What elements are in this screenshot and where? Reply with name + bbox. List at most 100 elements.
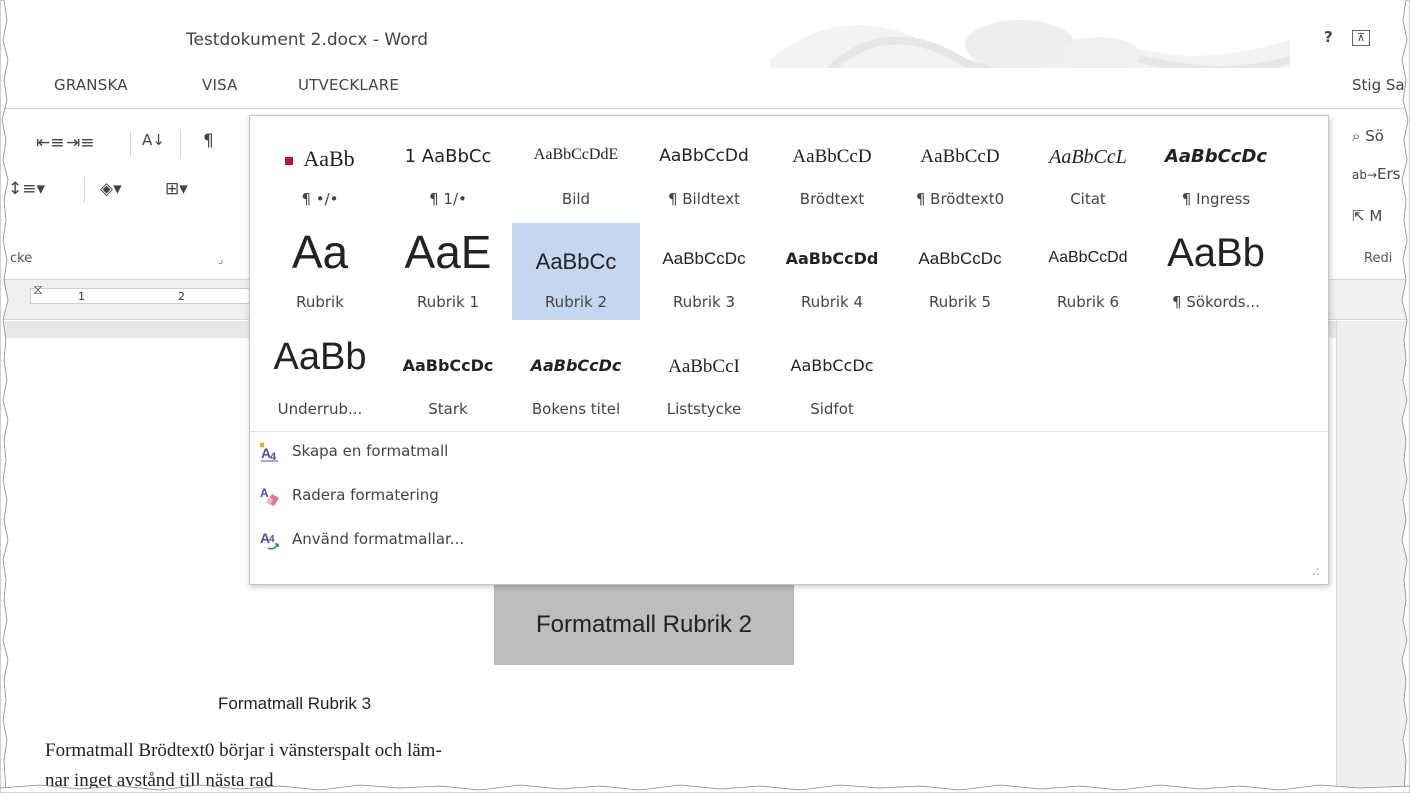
style-name: Sidfot bbox=[810, 400, 854, 418]
ribbon-tabs: GRANSKA VISA UTVECKLARE Stig Sang bbox=[0, 68, 1410, 108]
style-name: Bokens titel bbox=[531, 400, 621, 418]
style-name: Brödtext bbox=[799, 190, 865, 208]
style-item[interactable]: AaBbCcDc Sidfot bbox=[768, 326, 896, 423]
gallery-separator bbox=[250, 431, 1328, 432]
sort-icon[interactable]: A↓ bbox=[142, 131, 165, 149]
style-name: Rubrik 5 bbox=[928, 293, 992, 311]
style-item[interactable]: AaBbCcD ¶ Brödtext0 bbox=[896, 120, 1024, 217]
style-name: Bild bbox=[561, 190, 591, 208]
clear-formatting-label: Radera formatering bbox=[292, 486, 439, 504]
style-preview: AaBbCcD bbox=[792, 146, 872, 167]
style-preview: AaBb bbox=[273, 336, 367, 378]
style-item[interactable]: AaBbCcDd Rubrik 4 bbox=[768, 223, 896, 320]
style-item[interactable]: AaBb Underrub... bbox=[256, 326, 384, 423]
style-preview: AaBbCcDd bbox=[785, 249, 879, 268]
style-name: ¶ Sökords... bbox=[1172, 293, 1260, 311]
style-preview: AaBbCcDc bbox=[530, 356, 622, 375]
borders-icon[interactable]: ⊞▾ bbox=[165, 179, 188, 199]
style-preview: AaBb bbox=[1167, 231, 1265, 275]
style-item[interactable]: AaBb ¶ •/• bbox=[256, 120, 384, 217]
show-formatting-marks-icon[interactable]: ¶ bbox=[203, 131, 214, 151]
style-name: ¶ Brödtext0 bbox=[915, 190, 1005, 208]
style-item[interactable]: AaBbCcDd Rubrik 6 bbox=[1024, 223, 1152, 320]
document-heading-2[interactable]: Formatmall Rubrik 2 bbox=[494, 585, 794, 665]
style-name: Liststycke bbox=[666, 400, 742, 418]
indent-marker-icon[interactable]: ⧖ bbox=[33, 282, 43, 298]
style-name: Citat bbox=[1070, 190, 1106, 208]
ribbon-separator bbox=[180, 131, 181, 157]
style-preview: AaBbCcDc bbox=[790, 356, 874, 375]
style-item[interactable]: AaE Rubrik 1 bbox=[384, 223, 512, 320]
right-panel-area bbox=[1336, 321, 1410, 793]
document-heading-3[interactable]: Formatmall Rubrik 3 bbox=[218, 694, 371, 714]
style-item[interactable]: Aa Rubrik bbox=[256, 223, 384, 320]
find-label: Sö bbox=[1365, 127, 1384, 145]
ribbon-separator bbox=[130, 131, 131, 157]
window-title: Testdokument 2.docx - Word bbox=[186, 30, 429, 50]
style-item[interactable]: AaBbCcDdE Bild bbox=[512, 120, 640, 217]
document-body-text[interactable]: Formatmall Brödtext0 börjar i vänsterspa… bbox=[45, 736, 645, 793]
line-spacing-icon[interactable]: ↕≡▾ bbox=[8, 179, 45, 199]
increase-indent-icon[interactable]: ⇥≡ bbox=[66, 133, 95, 153]
style-item[interactable]: AaBbCcDc Bokens titel bbox=[512, 326, 640, 423]
cursor-icon: ⇱ bbox=[1352, 207, 1365, 225]
apply-styles-icon: A 4 bbox=[260, 530, 279, 550]
style-name: Rubrik 4 bbox=[800, 293, 864, 311]
ruler-number: 2 bbox=[178, 290, 185, 303]
style-name: ¶ •/• bbox=[301, 190, 339, 208]
select-button[interactable]: ⇱ M bbox=[1352, 207, 1382, 225]
user-account[interactable]: Stig Sang bbox=[1352, 76, 1410, 94]
style-item[interactable]: AaBbCcD Brödtext bbox=[768, 120, 896, 217]
svg-text:4: 4 bbox=[269, 534, 275, 545]
style-preview: AaBbCcDd bbox=[1048, 249, 1128, 266]
style-item[interactable]: AaBbCcI Liststycke bbox=[640, 326, 768, 423]
style-item[interactable]: AaBbCcDd ¶ Bildtext bbox=[640, 120, 768, 217]
create-style-icon: A 4 bbox=[259, 442, 278, 463]
tab-granska[interactable]: GRANSKA bbox=[54, 76, 128, 94]
binoculars-icon: ⌕ bbox=[1352, 127, 1361, 145]
clear-formatting-icon: A bbox=[260, 486, 279, 506]
style-name: Rubrik 3 bbox=[672, 293, 736, 311]
svg-text:A: A bbox=[260, 486, 269, 500]
style-item[interactable]: 1 AaBbCc ¶ 1/• bbox=[384, 120, 512, 217]
style-item[interactable]: AaBbCcL Citat bbox=[1024, 120, 1152, 217]
replace-button[interactable]: ab→Ers bbox=[1352, 165, 1401, 183]
style-name: ¶ Ingress bbox=[1181, 190, 1251, 208]
style-item[interactable]: AaBb ¶ Sökords... bbox=[1152, 223, 1280, 320]
resize-grip-icon[interactable]: .: bbox=[1312, 564, 1320, 578]
style-item[interactable]: AaBbCcDc ¶ Ingress bbox=[1152, 120, 1280, 217]
styles-gallery-dropdown: AaBb ¶ •/• 1 AaBbCc ¶ 1/• AaBbCcDdE Bild… bbox=[249, 115, 1329, 585]
style-preview: AaBb bbox=[256, 146, 384, 176]
ribbon-display-options-button[interactable]: ⊼ bbox=[1352, 30, 1370, 46]
style-name: ¶ Bildtext bbox=[667, 190, 741, 208]
body-line: Formatmall Brödtext0 börjar i vänsterspa… bbox=[45, 740, 442, 761]
style-preview: AaBbCcL bbox=[1049, 146, 1127, 168]
style-preview: AaBbCcDd bbox=[659, 146, 749, 166]
style-name: Underrub... bbox=[277, 400, 363, 418]
shading-icon[interactable]: ◈▾ bbox=[100, 179, 122, 199]
style-name: ¶ 1/• bbox=[429, 190, 467, 208]
style-preview: AaBbCcD bbox=[920, 146, 1000, 167]
style-item[interactable]: AaBbCcDc Stark bbox=[384, 326, 512, 423]
style-item-selected[interactable]: AaBbCc Rubrik 2 bbox=[512, 223, 640, 320]
style-item[interactable]: AaBbCcDc Rubrik 3 bbox=[640, 223, 768, 320]
style-name: Stark bbox=[428, 400, 468, 418]
find-button[interactable]: ⌕ Sö bbox=[1352, 127, 1384, 145]
style-preview: AaBbCc bbox=[535, 249, 617, 274]
style-preview: AaBbCcDc bbox=[1164, 146, 1268, 167]
style-item[interactable]: AaBbCcDc Rubrik 5 bbox=[896, 223, 1024, 320]
paragraph-group-label: cke bbox=[10, 251, 33, 266]
style-name: Rubrik bbox=[296, 293, 344, 311]
style-preview: Aa bbox=[291, 226, 349, 278]
help-button[interactable]: ? bbox=[1324, 28, 1333, 46]
linked-style-marker-icon bbox=[285, 156, 294, 165]
style-preview: AaE bbox=[404, 226, 492, 278]
paragraph-dialog-launcher-icon[interactable]: ⌟ bbox=[218, 253, 223, 266]
style-name: Rubrik 2 bbox=[544, 293, 608, 311]
style-preview: 1 AaBbCc bbox=[404, 146, 492, 167]
decrease-indent-icon[interactable]: ⇤≡ bbox=[36, 133, 65, 153]
style-name: Rubrik 6 bbox=[1056, 293, 1120, 311]
tab-utvecklare[interactable]: UTVECKLARE bbox=[298, 76, 399, 94]
ruler-track bbox=[30, 288, 260, 304]
tab-visa[interactable]: VISA bbox=[202, 76, 238, 94]
